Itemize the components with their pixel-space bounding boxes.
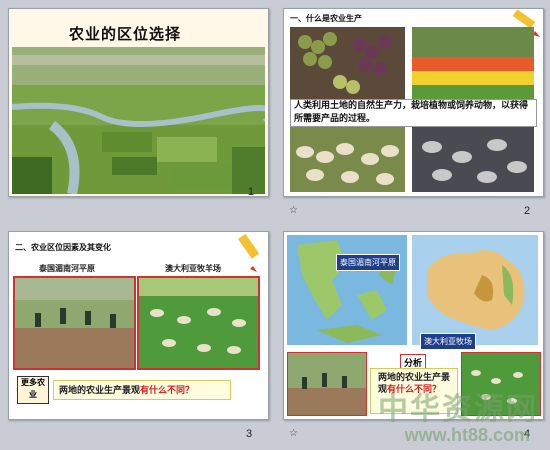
southeast-asia-map [287, 235, 407, 345]
question-text: 两地的农业生产景观有什么不同？ [59, 383, 194, 396]
slide-number: 1 [247, 186, 254, 197]
slide-thumbnail-3[interactable]: 二、农业区位因素及其变化 泰国湄南河平原 澳大利亚牧羊场 更多农业 两地的农业生… [8, 231, 269, 420]
more-agriculture-badge[interactable]: 更多农业 [17, 376, 49, 404]
rice-planting-photo [13, 276, 136, 370]
rice-planting-photo [287, 352, 367, 416]
watermark-text: 中华资源网 [378, 392, 538, 427]
livestock-photo [412, 127, 534, 192]
slide-heading: 二、农业区位因素及其变化 [15, 243, 111, 252]
watermark-url: www.ht88.com [404, 425, 530, 445]
slide-number-2: 2 [524, 205, 531, 217]
slide-heading: 一、什么是农业生产 [290, 14, 362, 23]
question-highlight: 有什么不同？ [140, 386, 195, 396]
caption-thailand: 泰国湄南河平原 [39, 264, 95, 273]
sheep-flock-photo [290, 127, 405, 192]
transition-star-icon-2: ☆ [289, 205, 298, 216]
slide-title: 农业的区位选择 [69, 25, 182, 43]
flower-garden-photo [412, 27, 534, 102]
label-thailand: 泰国湄南河平原 [336, 254, 400, 271]
slide-number-3: 3 [246, 428, 253, 440]
transition-star-icon-4: ☆ [289, 428, 298, 439]
pencil-icon [238, 234, 260, 272]
sheep-pasture-photo [137, 276, 260, 370]
label-australia: 澳大利亚牧场 [420, 333, 476, 350]
definition-text: 人类利用土地的自然生产力，栽培植物或饲养动物，以获得所需要产品的过程。 [294, 101, 529, 124]
caption-australia: 澳大利亚牧羊场 [165, 264, 221, 273]
australia-map [412, 235, 538, 345]
slide-thumbnail-2[interactable]: 一、什么是农业生产 人类利用土地的自然生产力，栽培植物或饲养动物，以获得所需要产… [283, 8, 544, 197]
question-prefix: 两地的农业生产景观 [59, 386, 141, 396]
farmland-aerial-photo [12, 47, 265, 194]
slide-thumbnail-1[interactable]: 农业的区位选择 1 [8, 8, 269, 197]
grapes-photo [290, 27, 405, 102]
